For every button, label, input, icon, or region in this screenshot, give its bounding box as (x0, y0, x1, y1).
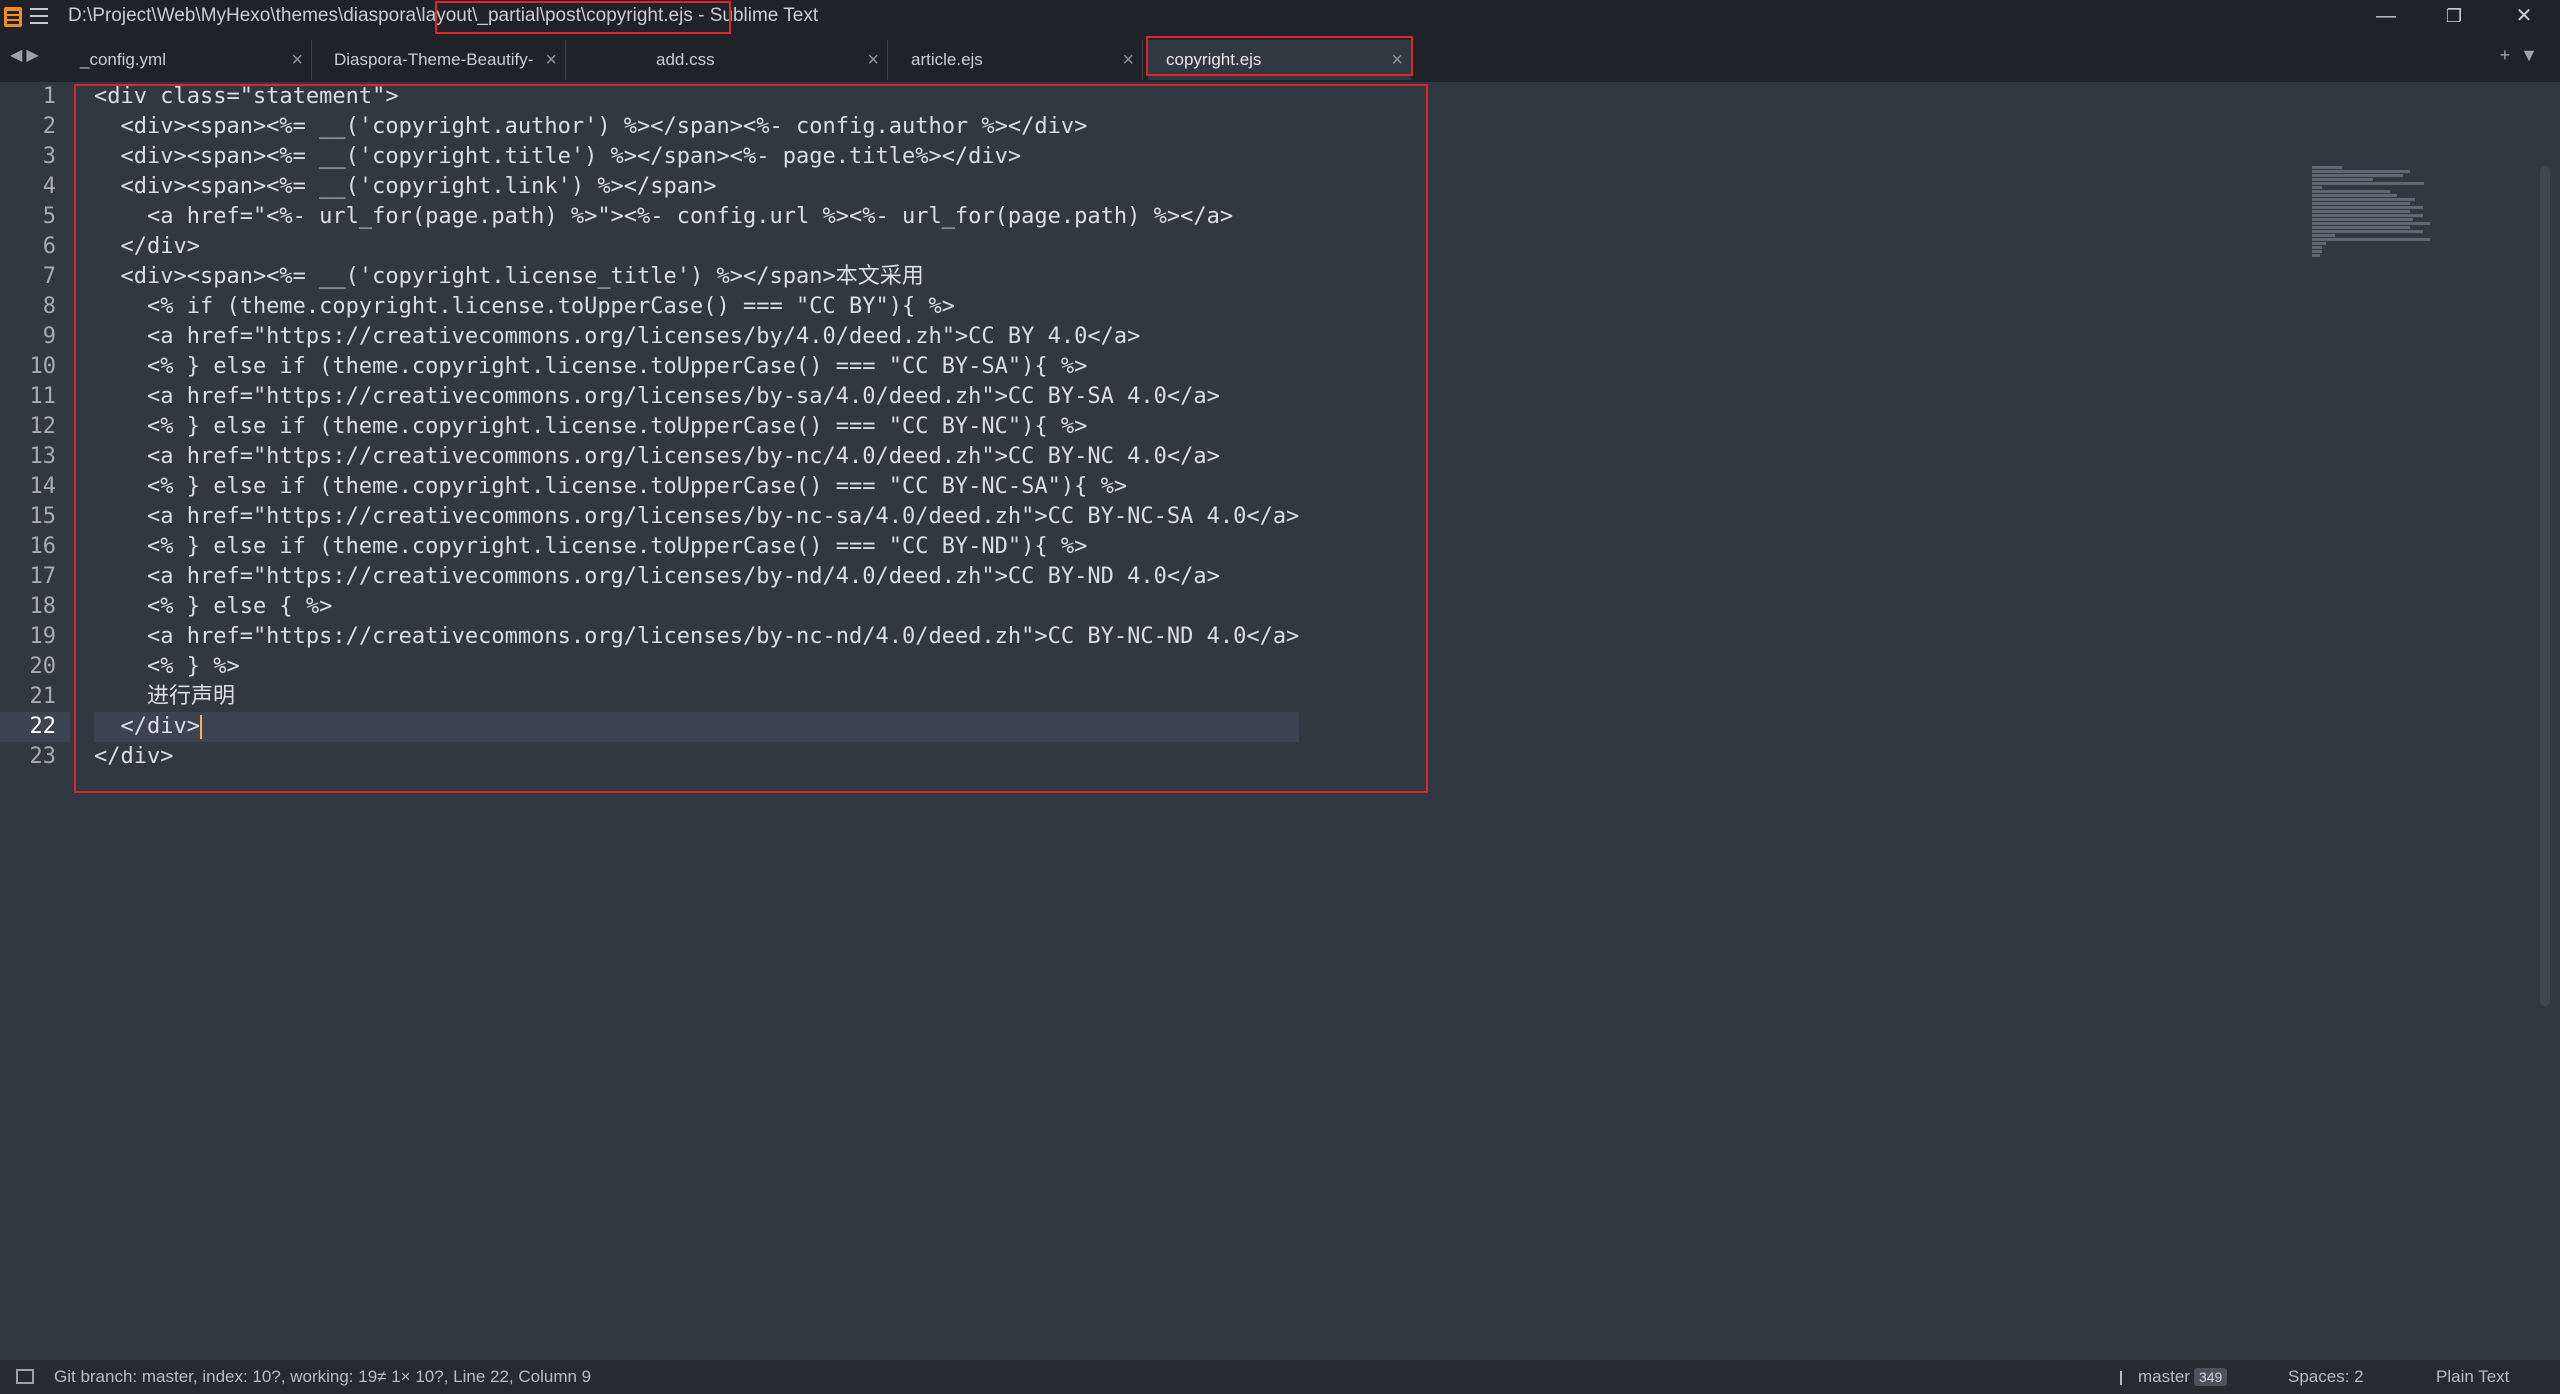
active-tab-highlight-box (1146, 36, 1413, 76)
branch-count-badge: 349 (2193, 1368, 2228, 1386)
minimap-line (2312, 178, 2374, 181)
minimap-line (2312, 194, 2397, 197)
status-bar: Git branch: master, index: 10?, working:… (0, 1360, 2560, 1394)
tab-article-ejs[interactable]: article.ejs × (893, 40, 1143, 80)
tab-label: add.css (656, 50, 715, 69)
tab-config-yml[interactable]: _config.yml × (62, 40, 312, 80)
tab-nav-arrows[interactable]: ◀▶ (10, 45, 43, 65)
close-icon[interactable]: × (867, 40, 879, 80)
minimap-line (2312, 222, 2431, 225)
line-number: 2 (42, 114, 56, 139)
status-git-info: Git branch: master, index: 10?, working:… (54, 1367, 592, 1386)
minimap-line (2312, 246, 2323, 249)
minimap-line (2312, 166, 2342, 169)
line-number: 3 (42, 144, 56, 169)
line-number: 8 (42, 294, 56, 319)
minimap-line (2312, 230, 2423, 233)
minimap-line (2312, 250, 2323, 253)
line-number: 9 (42, 324, 56, 349)
minimap-line (2312, 254, 2320, 257)
line-number: 11 (29, 384, 57, 409)
minimap-line (2312, 226, 2410, 229)
line-number: 17 (29, 564, 57, 589)
line-number: 14 (29, 474, 57, 499)
back-arrow-icon[interactable]: ◀ (10, 47, 26, 64)
git-branch-icon (2120, 1370, 2132, 1385)
tab-dropdown-icon[interactable]: ▼ (2520, 45, 2548, 65)
minimap-line (2312, 218, 2414, 221)
line-number: 7 (42, 264, 56, 289)
syntax-selector[interactable]: Plain Text (2436, 1360, 2509, 1394)
minimap-line (2312, 182, 2424, 185)
line-number: 12 (29, 414, 57, 439)
window-title: D:\Project\Web\MyHexo\themes\diaspora\la… (68, 5, 819, 26)
line-number: 21 (29, 684, 57, 709)
minimap-line (2312, 186, 2323, 189)
minimap-line (2312, 242, 2327, 245)
indentation-setting[interactable]: Spaces: 2 (2288, 1360, 2364, 1394)
line-number: 19 (29, 624, 57, 649)
minimap-line (2312, 234, 2336, 237)
minimize-button[interactable]: — (2352, 0, 2420, 34)
line-number: 16 (29, 534, 57, 559)
minimap-line (2312, 206, 2423, 209)
line-number: 10 (29, 354, 57, 379)
line-number: 1 (42, 84, 56, 109)
minimap-line (2312, 238, 2431, 241)
branch-name: master (2138, 1367, 2190, 1386)
minimap-line (2312, 190, 2390, 193)
line-number: 13 (29, 444, 57, 469)
git-branch-indicator[interactable]: master 349 (2120, 1360, 2228, 1394)
tab-diaspora-theme-beautify-diary-md[interactable]: Diaspora-Theme-Beautify-Diary.md × (316, 40, 566, 109)
line-number: 23 (29, 744, 57, 769)
minimap-line (2312, 210, 2410, 213)
sublime-text-icon[interactable] (4, 7, 22, 27)
panel-toggle-icon[interactable] (16, 1369, 34, 1384)
line-number: 20 (29, 654, 57, 679)
tab-label: article.ejs (911, 50, 983, 69)
line-number: 15 (29, 504, 57, 529)
close-icon[interactable]: × (1122, 40, 1134, 80)
line-number: 4 (42, 174, 56, 199)
minimap-line (2312, 198, 2415, 201)
line-number: 22 (0, 712, 70, 742)
line-number-gutter: 1 2 3 4 5 6 7 8 9 10 11 12 13 14 15 16 17 18 19 20 21 22 23 (0, 82, 70, 1360)
minimap[interactable] (2312, 166, 2442, 257)
minimap-line (2312, 202, 2410, 205)
line-number: 5 (42, 204, 56, 229)
minimap-line (2312, 170, 2410, 173)
line-number: 18 (29, 594, 57, 619)
line-number: 6 (42, 234, 56, 259)
vertical-scrollbar[interactable] (2540, 166, 2550, 1006)
code-highlight-box (74, 84, 1428, 793)
close-icon[interactable]: × (545, 40, 557, 80)
title-bar: D:\Project\Web\MyHexo\themes\diaspora\la… (0, 0, 2560, 34)
menu-icon[interactable] (30, 8, 48, 24)
minimap-line (2312, 174, 2403, 177)
tab-bar-actions: +▼ (2500, 45, 2548, 66)
tab-add-css[interactable]: add.css × (638, 40, 888, 80)
forward-arrow-icon[interactable]: ▶ (26, 47, 42, 64)
minimap-line (2312, 214, 2423, 217)
maximize-button[interactable]: ❐ (2420, 0, 2488, 34)
close-icon[interactable]: × (291, 40, 303, 80)
new-tab-icon[interactable]: + (2500, 45, 2521, 65)
tab-label: _config.yml (80, 50, 166, 69)
close-window-button[interactable]: ✕ (2490, 0, 2558, 34)
